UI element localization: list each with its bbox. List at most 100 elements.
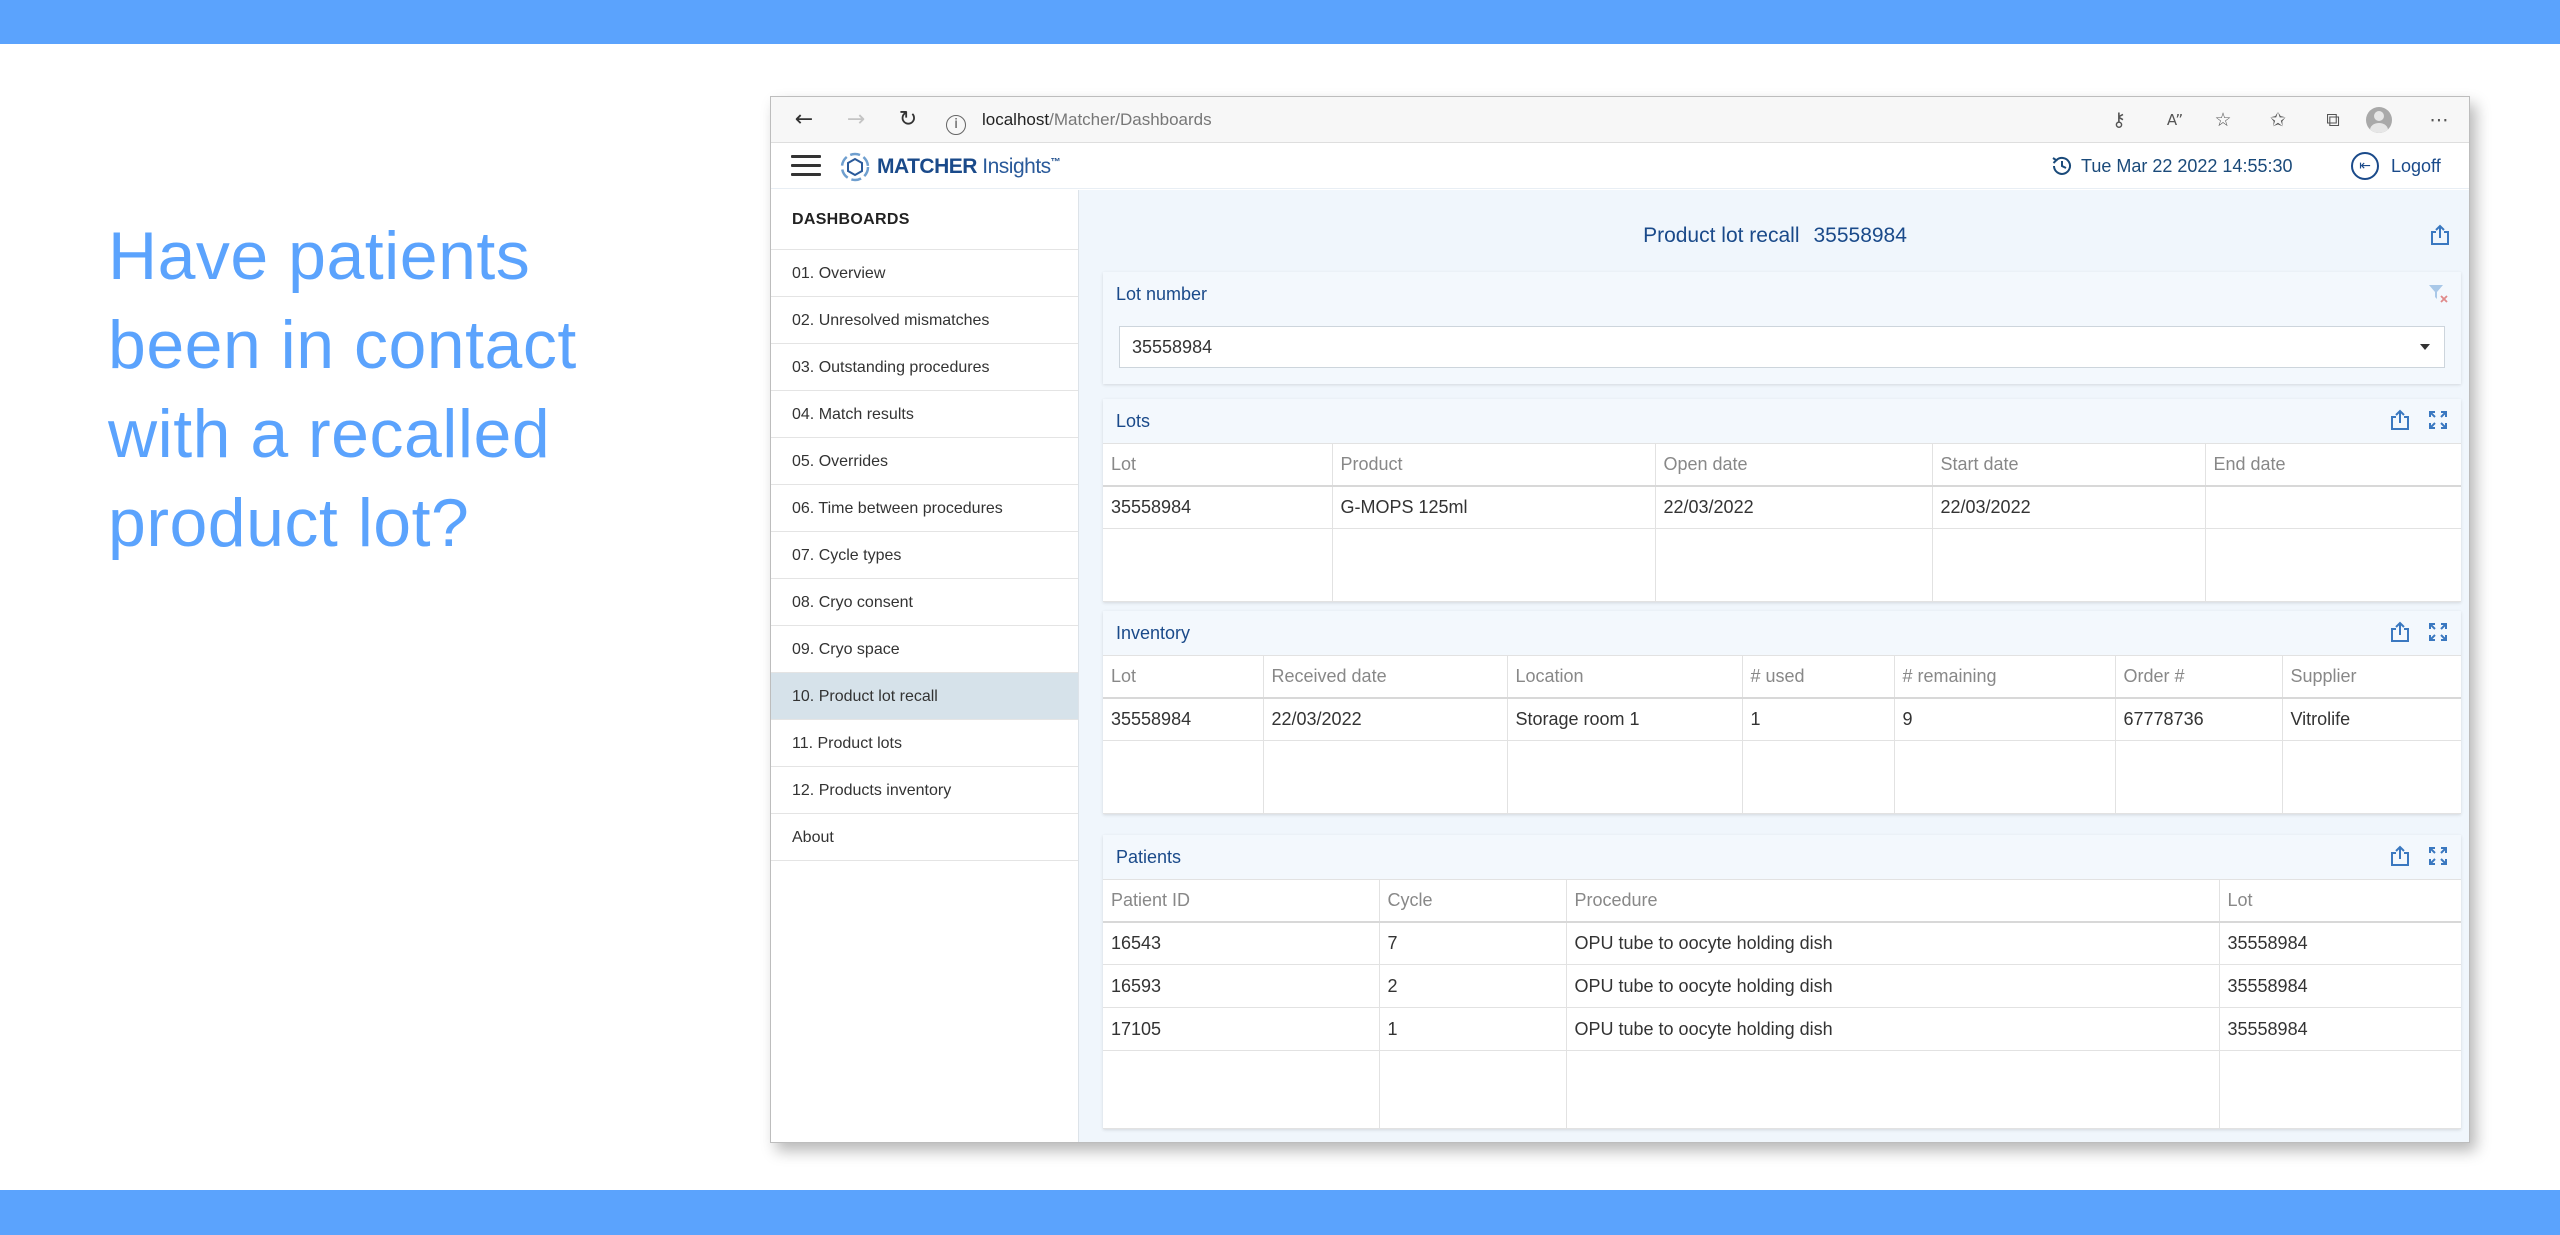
lot-number-select[interactable]: 35558984 [1119, 326, 2445, 368]
column-header[interactable]: End date [2205, 443, 2461, 487]
table-cell: 67778736 [2115, 697, 2283, 741]
table-cell: OPU tube to oocyte holding dish [1566, 921, 2220, 965]
column-header[interactable]: # used [1742, 655, 1895, 699]
column-header[interactable]: Received date [1263, 655, 1508, 699]
column-header[interactable]: Supplier [2282, 655, 2461, 699]
sidebar-item-about[interactable]: About [771, 814, 1078, 861]
table-cell: 16543 [1103, 921, 1380, 965]
table-cell: 7 [1379, 921, 1567, 965]
lots-table: Lot Product Open date Start date End dat… [1103, 443, 2461, 602]
clear-filter-icon[interactable] [2427, 282, 2449, 304]
lots-header: Lots [1103, 399, 2461, 443]
back-arrow-icon[interactable]: ← [789, 105, 819, 135]
table-row[interactable]: 35558984 G-MOPS 125ml 22/03/2022 22/03/2… [1103, 485, 2461, 529]
export-icon[interactable] [2389, 621, 2411, 643]
sidebar-item-cryo-consent[interactable]: 08. Cryo consent [771, 579, 1078, 626]
table-cell: 17105 [1103, 1007, 1380, 1051]
sidebar-title: DASHBOARDS [771, 190, 1078, 250]
sidebar-item-cryo-space[interactable]: 09. Cryo space [771, 626, 1078, 673]
table-row[interactable]: 17105 1 OPU tube to oocyte holding dish … [1103, 1007, 2461, 1051]
table-cell: G-MOPS 125ml [1332, 485, 1656, 529]
logoff-button[interactable]: ⇤ Logoff [2351, 152, 2441, 180]
sidebar-item-overview[interactable]: 01. Overview [771, 250, 1078, 297]
table-cell: 1 [1379, 1007, 1567, 1051]
refresh-icon[interactable]: ↻ [893, 105, 923, 135]
page-title-lot: 35558984 [1813, 224, 1907, 247]
table-cell: 35558984 [2219, 921, 2461, 965]
column-header[interactable]: Location [1507, 655, 1743, 699]
logo-brand: MATCHER [877, 155, 977, 178]
profile-avatar[interactable] [2366, 107, 2392, 133]
logo-tm: ™ [1050, 157, 1061, 168]
browser-window: ← → ↻ i localhost/Matcher/Dashboards ⚷ A”… [770, 96, 2470, 1143]
patients-header: Patients [1103, 835, 2461, 879]
column-header[interactable]: Cycle [1379, 879, 1567, 923]
patients-panel: Patients Patient ID Cycle Procedure Lot [1103, 835, 2461, 1129]
headline: Have patients been in contact with a rec… [108, 218, 577, 561]
app-header: MATCHER Insights™ Tue Mar 22 2022 14:55:… [771, 143, 2469, 189]
sidebar-item-cycle-types[interactable]: 07. Cycle types [771, 532, 1078, 579]
column-header[interactable]: Lot [1103, 443, 1333, 487]
empty-row [1103, 740, 2461, 814]
sidebar-item-time-between-procedures[interactable]: 06. Time between procedures [771, 485, 1078, 532]
table-cell: 35558984 [1103, 697, 1264, 741]
export-dashboard-icon[interactable] [2429, 224, 2451, 251]
table-cell: OPU tube to oocyte holding dish [1566, 1007, 2220, 1051]
column-header[interactable]: Lot [1103, 655, 1264, 699]
column-header[interactable]: Order # [2115, 655, 2283, 699]
table-row[interactable]: 35558984 22/03/2022 Storage room 1 1 9 6… [1103, 697, 2461, 741]
logo-product: Insights [982, 155, 1051, 178]
datetime-text: Tue Mar 22 2022 14:55:30 [2081, 156, 2293, 176]
table-cell: 2 [1379, 964, 1567, 1008]
table-cell: Storage room 1 [1507, 697, 1743, 741]
table-cell: 22/03/2022 [1655, 485, 1933, 529]
lot-number-value: 35558984 [1132, 337, 1213, 357]
table-cell: 22/03/2022 [1263, 697, 1508, 741]
patients-table: Patient ID Cycle Procedure Lot 16543 7 O… [1103, 879, 2461, 1129]
column-header[interactable]: # remaining [1894, 655, 2116, 699]
logoff-label: Logoff [2391, 156, 2441, 176]
sidebar-item-product-lots[interactable]: 11. Product lots [771, 720, 1078, 767]
lots-panel: Lots Lot Product Open date Start date En… [1103, 399, 2461, 602]
hamburger-menu-icon[interactable] [791, 155, 821, 177]
table-cell: 35558984 [1103, 485, 1333, 529]
sidebar-item-match-results[interactable]: 04. Match results [771, 391, 1078, 438]
empty-row [1103, 1050, 2461, 1129]
column-header[interactable]: Open date [1655, 443, 1933, 487]
key-icon[interactable]: ⚷ [2105, 106, 2133, 134]
sidebar-item-products-inventory[interactable]: 12. Products inventory [771, 767, 1078, 814]
forward-arrow-icon[interactable]: → [841, 105, 871, 135]
page-title: Product lot recall 35558984 [1079, 224, 2469, 248]
export-icon[interactable] [2389, 845, 2411, 867]
sidebar-item-unresolved-mismatches[interactable]: 02. Unresolved mismatches [771, 297, 1078, 344]
collections-icon[interactable]: ⧉ [2319, 106, 2347, 134]
sidebar-item-overrides[interactable]: 05. Overrides [771, 438, 1078, 485]
add-favorite-icon[interactable]: ☆ [2209, 106, 2237, 134]
address-bar[interactable]: i localhost/Matcher/Dashboards [946, 104, 2146, 136]
column-header[interactable]: Procedure [1566, 879, 2220, 923]
table-row[interactable]: 16543 7 OPU tube to oocyte holding dish … [1103, 921, 2461, 965]
lot-number-panel: Lot number 35558984 [1103, 272, 2461, 384]
app-logo: MATCHER Insights™ [839, 151, 1061, 183]
expand-icon[interactable] [2427, 845, 2449, 867]
sidebar-item-product-lot-recall[interactable]: 10. Product lot recall [771, 673, 1078, 720]
lot-number-title: Lot number [1116, 284, 1208, 304]
column-header[interactable]: Product [1332, 443, 1656, 487]
more-menu-icon[interactable]: ⋯ [2425, 106, 2453, 134]
bottom-banner [0, 1190, 2560, 1235]
inventory-table: Lot Received date Location # used # rema… [1103, 655, 2461, 814]
column-header[interactable]: Patient ID [1103, 879, 1380, 923]
favorites-icon[interactable]: ✩ [2264, 106, 2292, 134]
column-header[interactable]: Start date [1932, 443, 2206, 487]
inventory-title: Inventory [1116, 623, 1191, 643]
info-icon[interactable]: i [946, 115, 966, 135]
expand-icon[interactable] [2427, 621, 2449, 643]
export-icon[interactable] [2389, 409, 2411, 431]
expand-icon[interactable] [2427, 409, 2449, 431]
column-header[interactable]: Lot [2219, 879, 2461, 923]
browser-toolbar: ← → ↻ i localhost/Matcher/Dashboards ⚷ A”… [771, 97, 2469, 143]
read-aloud-icon[interactable]: A” [2161, 106, 2189, 134]
table-row[interactable]: 16593 2 OPU tube to oocyte holding dish … [1103, 964, 2461, 1008]
sidebar-item-outstanding-procedures[interactable]: 03. Outstanding procedures [771, 344, 1078, 391]
table-cell: Vitrolife [2282, 697, 2461, 741]
